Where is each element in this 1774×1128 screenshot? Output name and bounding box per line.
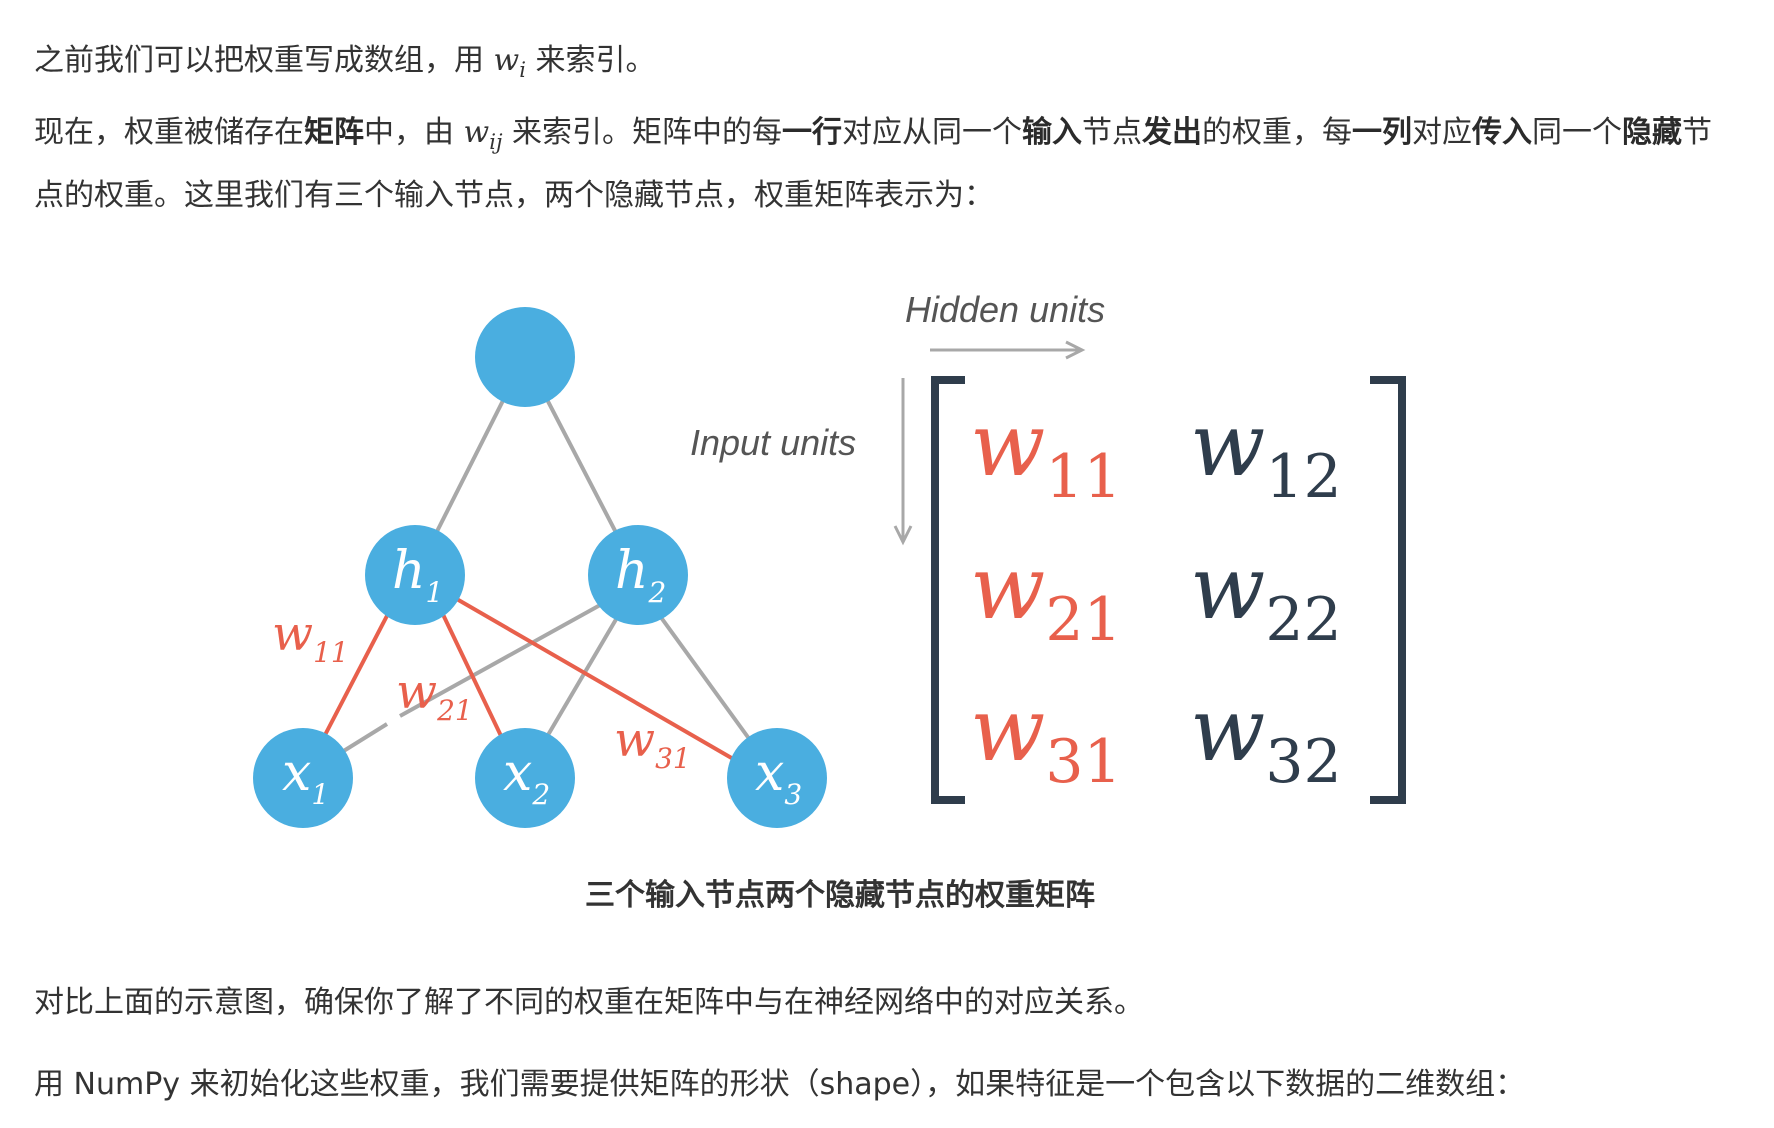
edge-label-w31: w31 <box>614 712 691 775</box>
matrix-entry-w21: w21 <box>970 536 1122 655</box>
figure-caption: 三个输入节点两个隐藏节点的权重矩阵 <box>585 878 1095 913</box>
matrix-right-bracket <box>1370 376 1406 804</box>
input-units-arrow <box>893 378 913 546</box>
paragraph-numpy: 用 NumPy 来初始化这些权重，我们需要提供矩阵的形状（shape），如果特征… <box>34 1067 1526 1102</box>
matrix-entry-w22: w22 <box>1190 536 1342 655</box>
matrix-entry-w11: w11 <box>970 393 1122 512</box>
hidden-units-arrow <box>930 340 1086 360</box>
input-units-label: Input units <box>690 422 856 463</box>
paragraph-compare: 对比上面的示意图，确保你了解了不同的权重在矩阵中与在神经网络中的对应关系。 <box>34 985 1144 1020</box>
edge-w11 <box>323 609 392 736</box>
matrix-entry-w31: w31 <box>970 678 1122 797</box>
output-node <box>475 307 575 407</box>
matrix-left-bracket <box>931 376 965 804</box>
edge-label-w21: w21 <box>396 664 473 727</box>
edge-x3-h2 <box>658 614 752 742</box>
weight-matrix-figure: h1 h2 x1 x2 x3 w11 w21 w31 Hidden units … <box>253 289 1406 828</box>
matrix-entry-w32: w32 <box>1190 678 1342 797</box>
edge-x2-h2 <box>546 614 620 737</box>
edge-label-w11: w11 <box>272 606 349 669</box>
hidden-units-label: Hidden units <box>905 289 1105 330</box>
edge-x1-h2-lower <box>340 722 389 754</box>
edge-w31 <box>453 596 737 762</box>
matrix-entry-w12: w12 <box>1190 393 1342 512</box>
